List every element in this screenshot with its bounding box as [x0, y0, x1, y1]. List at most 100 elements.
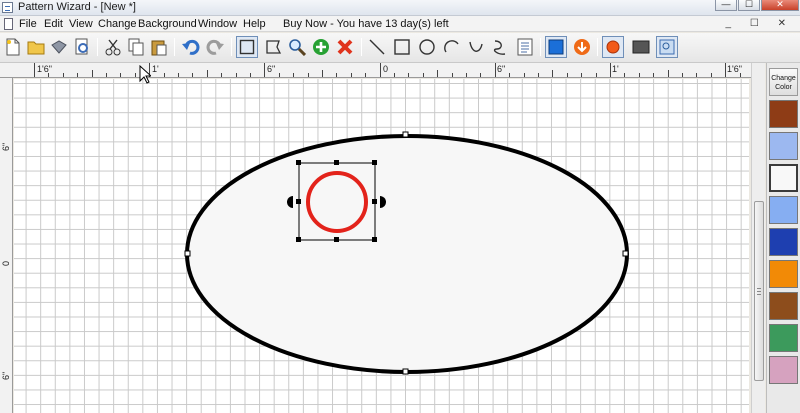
ruler-tick — [336, 73, 338, 77]
close-button[interactable]: ✕ — [761, 0, 799, 11]
resize-handle[interactable] — [296, 237, 301, 242]
ellipse-handle[interactable] — [622, 250, 629, 257]
fill-color-icon[interactable] — [545, 36, 567, 58]
undo-icon[interactable] — [180, 36, 202, 58]
ruler-tick — [638, 73, 640, 77]
ruler-tick — [365, 73, 367, 77]
grip-line — [757, 291, 761, 292]
zoom-icon[interactable] — [286, 36, 308, 58]
ellipse-icon[interactable] — [416, 36, 438, 58]
menu-file[interactable]: File — [19, 18, 37, 30]
document-icon[interactable] — [4, 18, 13, 30]
resize-handle[interactable] — [334, 160, 339, 165]
fit-icon[interactable] — [656, 36, 678, 58]
redo-icon[interactable] — [204, 36, 226, 58]
ruler-tick — [322, 70, 323, 77]
color-swatch-pink[interactable] — [769, 356, 798, 384]
copy-icon[interactable] — [125, 36, 147, 58]
vertical-scrollbar[interactable] — [751, 63, 765, 413]
print-preview-icon[interactable] — [71, 36, 93, 58]
resize-handle[interactable] — [372, 237, 377, 242]
drawing-canvas[interactable] — [14, 79, 749, 413]
ruler-tick — [595, 73, 597, 77]
resize-handle[interactable] — [372, 199, 377, 204]
horizontal-ruler: 1'6" 1' 6" 0 6" 1' 1'6" — [0, 63, 758, 78]
properties-icon[interactable] — [514, 36, 536, 58]
color-swatch-green[interactable] — [769, 324, 798, 352]
window-title: Pattern Wizard - [New *] — [18, 1, 136, 13]
background-icon[interactable] — [630, 36, 652, 58]
lasso-icon[interactable] — [262, 36, 284, 58]
maximize-button[interactable]: ☐ — [738, 0, 760, 11]
line-icon[interactable] — [366, 36, 388, 58]
resize-handle[interactable] — [296, 199, 301, 204]
ruler-tick — [408, 73, 410, 77]
ruler-tick — [77, 73, 79, 77]
resize-handle[interactable] — [372, 160, 377, 165]
toolbar-separator — [231, 38, 232, 56]
record-icon[interactable] — [602, 36, 624, 58]
ruler-tick — [394, 73, 395, 77]
color-swatch-light-blue[interactable] — [769, 132, 798, 160]
ruler-label: 1' — [152, 64, 159, 74]
curve-icon[interactable] — [465, 36, 487, 58]
menu-change[interactable]: Change — [98, 18, 137, 30]
menu-background[interactable]: Background — [138, 18, 197, 30]
color-swatch-cobalt-blue[interactable] — [769, 228, 798, 256]
ellipse-handle[interactable] — [184, 250, 191, 257]
paste-icon[interactable] — [148, 36, 170, 58]
color-swatch-white[interactable] — [769, 164, 798, 192]
rectangle-icon[interactable] — [391, 36, 413, 58]
ruler-tick — [307, 73, 309, 77]
menu-help[interactable]: Help — [243, 18, 266, 30]
ruler-label: 6" — [267, 64, 276, 74]
ruler-tick — [278, 73, 280, 77]
app-icon — [2, 2, 13, 13]
color-palette: Change Color — [766, 63, 800, 413]
ruler-label: 0 — [1, 260, 11, 266]
mdi-window-controls[interactable]: _ ☐ ✕ — [726, 18, 794, 29]
menu-edit[interactable]: Edit — [44, 18, 63, 30]
download-icon[interactable] — [571, 36, 593, 58]
menu-window[interactable]: Window — [198, 18, 237, 30]
save-icon[interactable] — [48, 36, 70, 58]
freehand-icon[interactable] — [489, 36, 511, 58]
toolbar-separator — [597, 38, 598, 56]
ruler-tick — [494, 63, 496, 77]
cut-icon[interactable] — [102, 36, 124, 58]
change-color-button[interactable]: Change Color — [769, 68, 798, 96]
ruler-tick — [221, 73, 223, 77]
ruler-label: 6" — [497, 64, 506, 74]
ruler-tick — [480, 73, 482, 77]
delete-icon[interactable] — [334, 36, 356, 58]
menu-view[interactable]: View — [69, 18, 93, 30]
ruler-tick — [624, 73, 626, 77]
ruler-tick — [134, 73, 136, 77]
scrollbar-thumb[interactable] — [754, 201, 764, 381]
ruler-tick — [34, 63, 35, 77]
color-swatch-sky-blue[interactable] — [769, 196, 798, 224]
ruler-tick — [163, 73, 165, 77]
ruler-tick — [523, 73, 525, 77]
color-swatch-rust-brown[interactable] — [769, 100, 798, 128]
ruler-tick — [682, 73, 683, 77]
ruler-tick — [696, 73, 698, 77]
ruler-label: 0 — [383, 64, 389, 74]
resize-handle[interactable] — [296, 160, 301, 165]
resize-handle[interactable] — [334, 237, 339, 242]
buy-now-link[interactable]: Buy Now - You have 13 day(s) left — [283, 18, 449, 30]
ruler-label: 1'6" — [37, 64, 52, 74]
ellipse-handle[interactable] — [402, 368, 409, 375]
arc-icon[interactable] — [441, 36, 463, 58]
ruler-tick — [62, 73, 64, 77]
add-icon[interactable] — [310, 36, 332, 58]
new-icon[interactable] — [2, 36, 24, 58]
color-swatch-amber-brown[interactable] — [769, 292, 798, 320]
ruler-tick — [235, 73, 237, 77]
ellipse-shape[interactable] — [184, 131, 629, 375]
ellipse-handle[interactable] — [402, 131, 409, 138]
minimize-button[interactable]: — — [715, 0, 737, 11]
color-swatch-orange[interactable] — [769, 260, 798, 288]
select-icon[interactable] — [236, 36, 258, 58]
open-icon[interactable] — [25, 36, 47, 58]
